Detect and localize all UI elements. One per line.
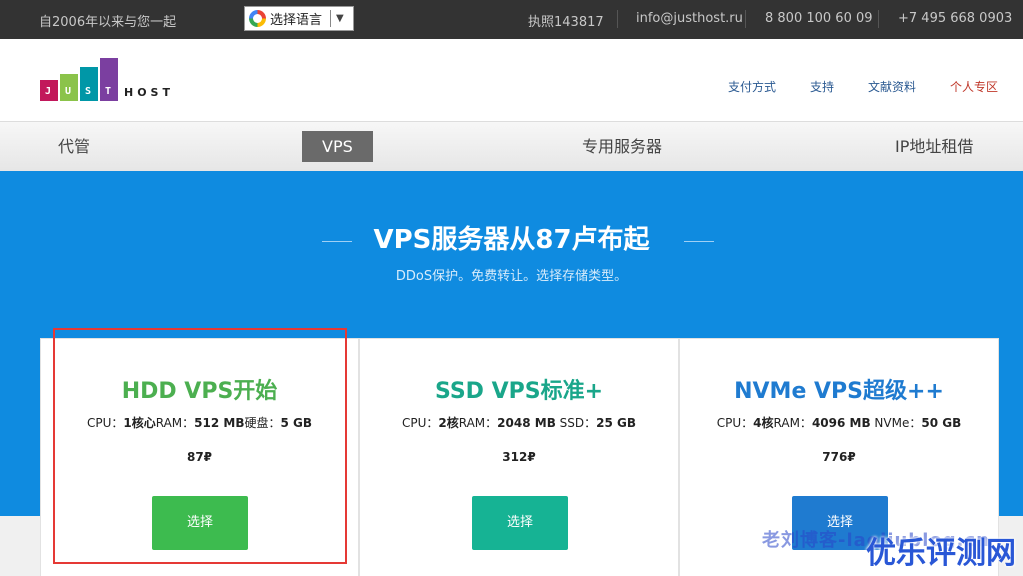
email-link[interactable]: info@justhost.ru: [636, 11, 743, 26]
select-button[interactable]: 选择: [472, 496, 568, 550]
spec-label: RAM：: [155, 416, 195, 430]
divider: [745, 10, 746, 28]
hero-title: VPS服务器从87卢布起: [373, 225, 650, 255]
spec-value: 50 GB: [921, 416, 962, 430]
dropdown-arrow-icon: ▼: [336, 13, 344, 24]
since-text: 自2006年以来与您一起: [39, 15, 177, 30]
logo-letter: S: [85, 86, 92, 97]
license-text: 执照143817: [528, 15, 604, 30]
logo-letter: T: [105, 86, 112, 97]
plan-title: HDD VPS开始: [121, 379, 278, 404]
divider: [684, 241, 714, 242]
top-bar: 自2006年以来与您一起 选择语言 ▼ 执照143817 info@justho…: [0, 0, 1023, 39]
spec-value: 1核心: [123, 416, 156, 430]
spec-label: SSD：: [555, 416, 597, 430]
plan-price: 87₽: [186, 450, 213, 464]
spec-value: 512 MB: [194, 416, 245, 430]
tab-hosting[interactable]: 代管: [38, 131, 110, 162]
spec-label: CPU：: [716, 416, 754, 430]
logo-letter: U: [65, 86, 72, 97]
logo-graphic[interactable]: J U S T HOST: [40, 58, 180, 102]
tab-dedicated[interactable]: 专用服务器: [562, 131, 682, 162]
nav-account[interactable]: 个人专区: [950, 78, 998, 95]
plan-title: SSD VPS标准+: [434, 379, 604, 404]
tab-ip-rental[interactable]: IP地址租借: [875, 131, 993, 162]
select-button[interactable]: 选择: [152, 496, 248, 550]
plan-title: NVMe VPS超级++: [734, 379, 944, 404]
plan-specs: CPU：1核心RAM：512 MB硬盘：5 GB: [41, 414, 358, 431]
tab-vps[interactable]: VPS: [302, 131, 373, 162]
plan-price: 776₽: [822, 450, 856, 464]
spec-value: 25 GB: [596, 416, 637, 430]
phone-link-1[interactable]: 8 800 100 60 09: [765, 11, 873, 26]
watermark-logo: 优乐评测网: [866, 536, 1016, 571]
language-select[interactable]: 选择语言 ▼: [244, 6, 354, 31]
logo-letter: J: [45, 86, 52, 97]
nav-docs[interactable]: 文献资料: [868, 78, 916, 95]
spec-value: 4核: [753, 416, 774, 430]
plan-specs: CPU：4核RAM：4096 MB NVMe：50 GB: [680, 414, 998, 431]
spec-label: CPU：: [86, 416, 124, 430]
plan-card-hdd: HDD VPS开始 CPU：1核心RAM：512 MB硬盘：5 GB 87₽ 选…: [40, 338, 359, 576]
spec-value: 4096 MB: [811, 416, 871, 430]
spec-label: RAM：: [773, 416, 812, 430]
main-tabs: 代管 VPS 专用服务器 IP地址租借: [0, 121, 1023, 171]
plan-card-ssd: SSD VPS标准+ CPU：2核RAM：2048 MB SSD：25 GB 3…: [359, 338, 679, 576]
hero-subtitle: DDoS保护。免费转让。选择存储类型。: [395, 269, 628, 284]
nav-payment[interactable]: 支付方式: [728, 78, 776, 95]
spec-value: 2核: [438, 416, 459, 430]
divider: [878, 10, 879, 28]
plan-price: 312₽: [502, 450, 536, 464]
google-icon: [249, 10, 266, 27]
divider: [617, 10, 618, 28]
language-select-label: 选择语言: [270, 13, 323, 28]
spec-value: 5 GB: [280, 416, 313, 430]
spec-value: 2048 MB: [497, 416, 556, 430]
divider: [330, 10, 332, 27]
phone-link-2[interactable]: +7 495 668 0903: [898, 11, 1012, 26]
spec-label: CPU：: [401, 416, 439, 430]
spec-label: 硬盘：: [244, 416, 281, 430]
spec-label: NVMe：: [870, 416, 922, 430]
logo-host-text: HOST: [124, 86, 174, 99]
nav-support[interactable]: 支持: [810, 78, 834, 95]
plan-specs: CPU：2核RAM：2048 MB SSD：25 GB: [360, 414, 678, 431]
spec-label: RAM：: [458, 416, 498, 430]
